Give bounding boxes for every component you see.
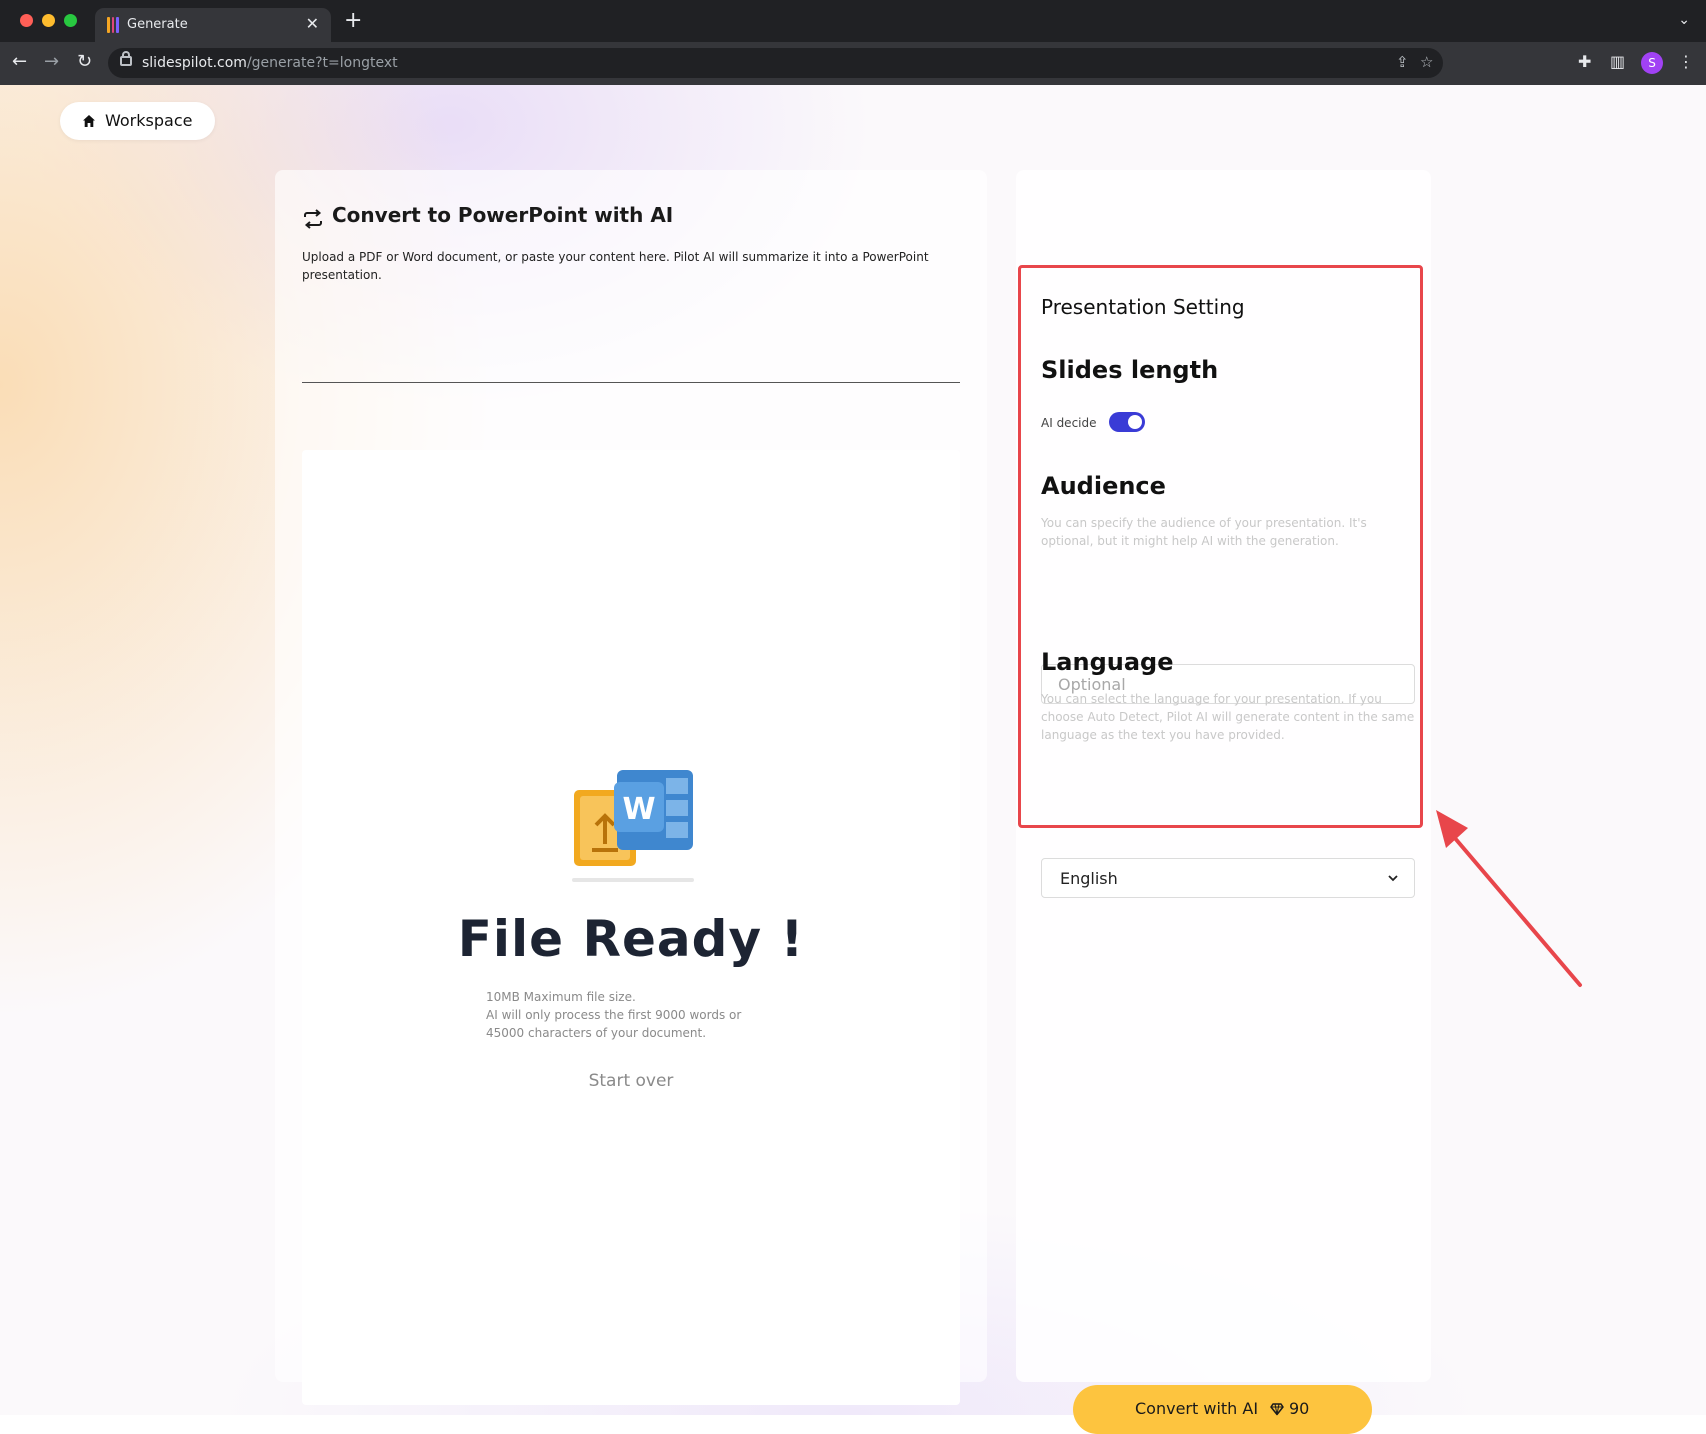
language-description: You can select the language for your pre… [1041, 692, 1415, 742]
forward-arrow-icon[interactable]: → [44, 51, 59, 72]
tab-search-chevron-icon[interactable]: ⌄ [1678, 12, 1690, 28]
chevron-down-icon [1388, 875, 1398, 882]
word-file-upload-icon: W [572, 770, 694, 882]
share-icon[interactable]: ⇪ [1396, 53, 1409, 71]
address-bar[interactable]: slidespilot.com/generate?t=longtext ⇪ ☆ [108, 48, 1443, 78]
page-content: Workspace Convert to PowerPoint with AI … [0, 85, 1706, 1434]
converter-panel: Convert to PowerPoint with AI Upload a P… [275, 170, 987, 1405]
svg-text:W: W [622, 792, 655, 827]
divider [302, 382, 960, 383]
annotation-arrow-icon [1436, 810, 1582, 987]
minimize-window-button[interactable] [42, 14, 55, 27]
settings-annotation-box: Presentation Setting Slides length AI de… [1018, 265, 1423, 898]
settings-heading: Presentation Setting [1041, 295, 1245, 319]
home-icon [83, 115, 95, 127]
window-controls [20, 14, 77, 27]
audience-description: You can specify the audience of your pre… [1041, 516, 1367, 548]
tab-title: Generate [127, 17, 188, 32]
convert-label: Convert with AI [1135, 1399, 1259, 1418]
slidespilot-favicon-icon [107, 17, 120, 33]
close-window-button[interactable] [20, 14, 33, 27]
ai-decide-label: AI decide [1041, 416, 1097, 430]
workspace-button[interactable]: Workspace [60, 102, 215, 140]
start-over-button[interactable]: Start over [302, 1070, 960, 1092]
diamond-icon [1270, 1403, 1284, 1416]
converter-description: Upload a PDF or Word document, or paste … [302, 250, 929, 282]
language-selected-value: English [1060, 869, 1118, 888]
audience-title: Audience [1041, 472, 1166, 500]
file-ready-status: File Ready ! [457, 910, 805, 968]
back-arrow-icon[interactable]: ← [12, 51, 27, 72]
side-panel-icon[interactable]: ▥ [1610, 52, 1625, 71]
toggle-knob [1128, 415, 1142, 429]
credit-count: 90 [1289, 1399, 1310, 1418]
lock-icon [120, 51, 132, 66]
tab-close-icon[interactable]: ✕ [306, 14, 319, 33]
language-select[interactable]: English [1041, 858, 1415, 898]
language-title: Language [1041, 648, 1174, 676]
slides-length-title: Slides length [1041, 356, 1219, 384]
reload-icon[interactable]: ↻ [77, 51, 92, 72]
menu-kebab-icon[interactable]: ⋮ [1678, 52, 1694, 71]
new-tab-icon[interactable]: + [344, 8, 362, 33]
url-text[interactable]: slidespilot.com/generate?t=longtext [142, 55, 398, 71]
maximize-window-button[interactable] [64, 14, 77, 27]
bookmark-star-icon[interactable]: ☆ [1420, 53, 1433, 71]
tab-generate[interactable]: Generate ✕ [95, 8, 331, 42]
page-title: Convert to PowerPoint with AI [332, 203, 674, 227]
workspace-label: Workspace [105, 111, 193, 130]
convert-with-ai-button[interactable]: Convert with AI 90 [1073, 1385, 1372, 1434]
convert-arrows-icon [304, 209, 322, 229]
ai-decide-toggle[interactable] [1109, 412, 1145, 432]
profile-avatar[interactable]: S [1641, 52, 1663, 74]
extensions-puzzle-icon[interactable]: ✚ [1578, 52, 1591, 71]
file-size-note: 10MB Maximum file size. AI will only pro… [486, 990, 742, 1040]
browser-chrome: Generate ✕ + ⌄ ← → ↻ slidespilot.com/gen… [0, 0, 1706, 85]
upload-dropzone[interactable]: W File Ready ! 10MB Maximum file size. A… [302, 450, 960, 1405]
tab-strip: Generate ✕ + ⌄ [0, 0, 1706, 42]
